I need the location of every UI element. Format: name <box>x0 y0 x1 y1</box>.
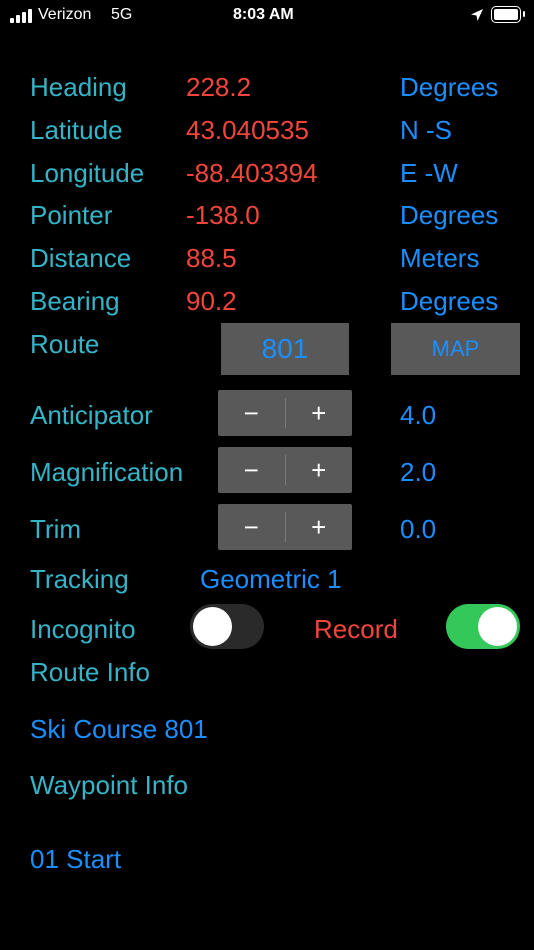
magnification-decrement-button[interactable]: − <box>218 447 285 493</box>
trim-increment-button[interactable]: + <box>286 504 353 550</box>
anticipator-value: 4.0 <box>400 400 437 430</box>
route-info-value[interactable]: Ski Course 801 <box>30 714 208 745</box>
anticipator-increment-button[interactable]: + <box>286 390 353 436</box>
heading-value: 228.2 <box>186 72 252 102</box>
pointer-label: Pointer <box>30 200 113 230</box>
trim-value: 0.0 <box>400 514 437 544</box>
incognito-toggle[interactable] <box>190 604 264 649</box>
status-bar: Verizon 5G 8:03 AM <box>0 0 534 32</box>
bearing-value: 90.2 <box>186 286 237 316</box>
map-button[interactable]: MAP <box>391 323 520 375</box>
latitude-unit: N -S <box>400 115 452 145</box>
waypoint-info-label: Waypoint Info <box>30 770 189 800</box>
minus-icon: − <box>243 454 259 485</box>
longitude-label: Longitude <box>30 158 145 188</box>
tracking-mode-button[interactable]: Geometric 1 <box>200 564 342 595</box>
longitude-value: -88.403394 <box>186 158 318 188</box>
tracking-label: Tracking <box>30 564 129 594</box>
latitude-label: Latitude <box>30 115 123 145</box>
heading-label: Heading <box>30 72 127 102</box>
battery-icon <box>491 6 525 23</box>
route-number-button[interactable]: 801 <box>221 323 349 375</box>
incognito-label: Incognito <box>30 614 136 644</box>
magnification-value: 2.0 <box>400 457 437 487</box>
waypoint-info-value[interactable]: 01 Start <box>30 844 121 875</box>
clock: 8:03 AM <box>233 6 294 23</box>
network-type: 5G <box>111 6 133 23</box>
magnification-label: Magnification <box>30 457 184 487</box>
signal-strength-icon <box>10 9 32 23</box>
bearing-label: Bearing <box>30 286 120 316</box>
anticipator-decrement-button[interactable]: − <box>218 390 285 436</box>
anticipator-label: Anticipator <box>30 400 153 430</box>
map-button-label: MAP <box>431 336 480 361</box>
route-info-label: Route Info <box>30 657 150 687</box>
plus-icon: + <box>311 511 327 542</box>
heading-unit: Degrees <box>400 72 499 102</box>
plus-icon: + <box>311 397 327 428</box>
trim-stepper[interactable]: − + <box>218 504 352 550</box>
carrier-name: Verizon <box>38 6 92 23</box>
minus-icon: − <box>243 397 259 428</box>
toggle-knob <box>193 607 232 646</box>
route-number: 801 <box>261 333 309 364</box>
distance-unit: Meters <box>400 243 480 273</box>
record-toggle[interactable] <box>446 604 520 649</box>
magnification-increment-button[interactable]: + <box>286 447 353 493</box>
plus-icon: + <box>311 454 327 485</box>
minus-icon: − <box>243 511 259 542</box>
distance-value: 88.5 <box>186 243 237 273</box>
latitude-value: 43.040535 <box>186 115 309 145</box>
trim-decrement-button[interactable]: − <box>218 504 285 550</box>
record-label: Record <box>314 614 398 644</box>
pointer-unit: Degrees <box>400 200 499 230</box>
route-label: Route <box>30 329 100 359</box>
toggle-knob <box>478 607 517 646</box>
distance-label: Distance <box>30 243 132 273</box>
anticipator-stepper[interactable]: − + <box>218 390 352 436</box>
bearing-unit: Degrees <box>400 286 499 316</box>
longitude-unit: E -W <box>400 158 458 188</box>
location-arrow-icon <box>471 9 483 21</box>
magnification-stepper[interactable]: − + <box>218 447 352 493</box>
trim-label: Trim <box>30 514 82 544</box>
pointer-value: -138.0 <box>186 200 260 230</box>
